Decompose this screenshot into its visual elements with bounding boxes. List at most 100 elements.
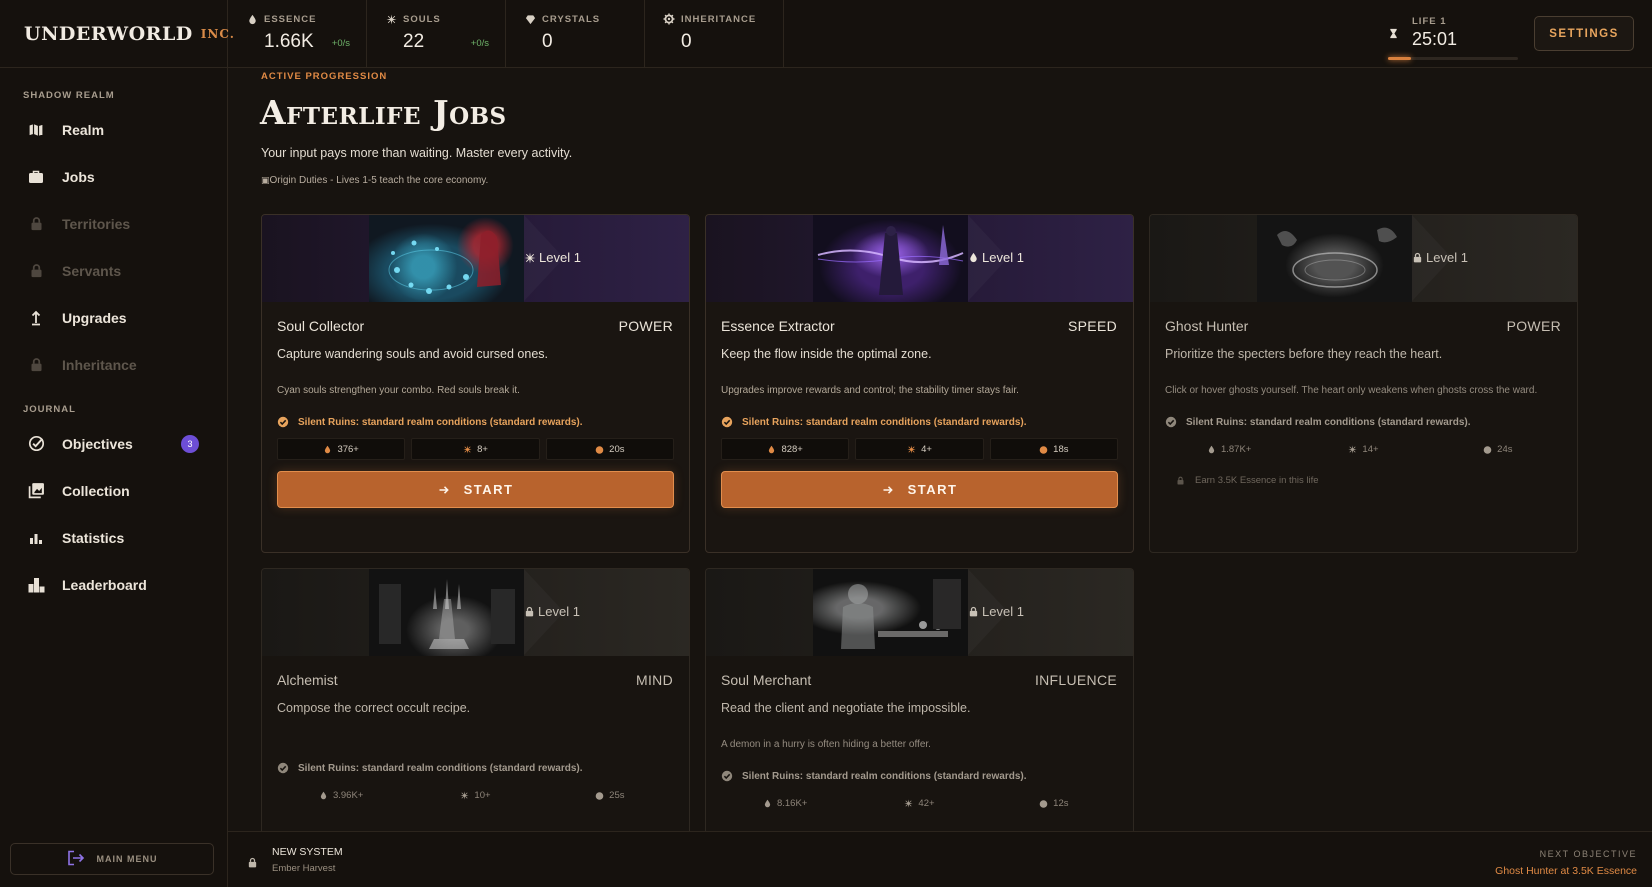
gem-icon [524,13,536,25]
check-circle-icon [1165,416,1177,428]
sidebar-item-inheritance[interactable]: Inheritance [0,341,227,388]
stat-duration: 25s [546,784,674,806]
next-objective-value[interactable]: Ghost Hunter at 3.5K Essence [1495,865,1637,877]
stat-value: 8.16K+ [776,797,808,809]
page-subtitle: Your input pays more than waiting. Maste… [261,146,573,160]
job-type: SPEED [1068,318,1117,334]
podium-icon [27,576,45,594]
exit-icon [67,850,85,868]
job-name: Ghost Hunter [1165,318,1249,334]
job-description: Capture wandering souls and avoid cursed… [277,347,549,361]
brand-logo[interactable]: UNDERWORLD INC. [0,0,234,67]
sparkle-icon [463,445,472,454]
resource-label: INHERITANCE [681,13,757,25]
resource-crystals: CRYSTALS 0 [506,0,645,67]
job-description: Prioritize the specters before they reac… [1165,347,1443,361]
job-type: POWER [1506,318,1561,334]
life-timer: LIFE 1 25:01 [1384,0,1534,67]
sidebar-item-label: Servants [62,262,122,279]
job-condition: Silent Ruins: standard realm conditions … [1150,416,1577,428]
job-condition: Silent Ruins: standard realm conditions … [706,416,1133,428]
ghost-hunter-artwork [1257,215,1412,302]
stat-essence: 8.16K+ [721,792,849,814]
drop-icon [763,799,772,808]
drop-icon [767,445,776,454]
job-card-soul-collector: Level 1 Soul Collector POWER Capture wan… [261,214,690,553]
eyebrow-label: ACTIVE PROGRESSION [261,71,388,82]
resource-souls: SOULS 22 +0/s [367,0,506,67]
sidebar-item-label: Inheritance [62,356,137,373]
settings-button[interactable]: SETTINGS [1534,16,1634,51]
next-objective-label: NEXT OBJECTIVE [1539,849,1637,859]
job-description: Compose the correct occult recipe. [277,701,471,715]
check-circle-icon [277,762,289,774]
sidebar-item-leaderboard[interactable]: Leaderboard [0,561,227,608]
sidebar-item-objectives[interactable]: Objectives 3 [0,420,227,467]
start-soul-collector-button[interactable]: START [277,471,674,508]
sidebar-item-label: Collection [62,482,130,499]
sidebar-item-realm[interactable]: Realm [0,106,227,153]
stat-essence: 3.96K+ [277,784,405,806]
arrow-right-icon [882,484,894,496]
job-card-ghost-hunter: Level 1 Ghost Hunter POWER Prioritize th… [1149,214,1578,553]
map-icon [27,121,45,139]
sparkle-icon [460,791,469,800]
job-condition: Silent Ruins: standard realm conditions … [706,770,1133,782]
resource-label: SOULS [403,13,441,25]
timer-icon [595,445,604,454]
main-menu-button[interactable]: MAIN MENU [10,843,214,875]
job-stats: 1.87K+ 14+ 24s [1150,438,1577,460]
sidebar-item-label: Territories [62,215,131,232]
stat-value: 8+ [477,443,488,455]
resource-value: 0 [542,31,553,52]
job-condition: Silent Ruins: standard realm conditions … [262,416,689,428]
job-card-alchemist: Level 1 Alchemist MIND Compose the corre… [261,568,690,831]
job-stats: 828+ 4+ 18s [706,438,1133,460]
start-essence-extractor-button[interactable]: START [721,471,1118,508]
job-condition-text: Silent Ruins: standard realm conditions … [298,416,583,428]
job-type: MIND [636,672,673,688]
sidebar-item-statistics[interactable]: Statistics [0,514,227,561]
objectives-badge: 3 [181,435,199,453]
job-hint: Click or hover ghosts yourself. The hear… [1165,385,1538,396]
sidebar-section-shadow-realm: SHADOW REALM [23,90,115,101]
lock-icon [27,215,45,233]
resource-inheritance: INHERITANCE 0 [645,0,784,67]
sidebar-section-journal: JOURNAL [23,404,76,415]
lock-icon [27,356,45,374]
sidebar-item-collection[interactable]: Collection [0,467,227,514]
timer-icon [1039,799,1048,808]
new-system-value: Ember Harvest [272,863,336,874]
drop-icon [323,445,332,454]
job-description: Read the client and negotiate the imposs… [721,701,971,715]
lock-icon [27,262,45,280]
start-button-label: START [463,482,514,497]
job-name: Alchemist [277,672,338,688]
bar-chart-icon [27,529,45,547]
job-level-text: Level 1 [538,604,580,619]
job-condition: Silent Ruins: standard realm conditions … [262,762,689,774]
origin-duties-text: Origin Duties - Lives 1-5 teach the core… [269,175,489,186]
stat-value: 376+ [337,443,359,455]
new-system-label: NEW SYSTEM [272,846,343,858]
arrow-up-icon [27,309,45,327]
sidebar-item-territories[interactable]: Territories [0,200,227,247]
stat-souls: 14+ [1299,438,1427,460]
timer-icon [595,791,604,800]
resource-rate: +0/s [470,38,489,49]
drop-icon [968,252,979,263]
stat-value: 24s [1497,443,1513,455]
sidebar-item-servants[interactable]: Servants [0,247,227,294]
sidebar-item-upgrades[interactable]: Upgrades [0,294,227,341]
briefcase-icon: ▣ [261,175,270,185]
stat-value: 828+ [781,443,803,455]
stat-duration: 24s [1434,438,1562,460]
sidebar-item-jobs[interactable]: Jobs [0,153,227,200]
life-label: LIFE 1 [1412,16,1447,27]
job-type: INFLUENCE [1034,672,1117,688]
job-level: Level 1 [1412,250,1468,265]
sidebar-item-label: Objectives [62,435,133,452]
life-progress-bar [1388,57,1518,60]
job-description: Keep the flow inside the optimal zone. [721,347,932,361]
sparkle-icon [385,13,397,25]
